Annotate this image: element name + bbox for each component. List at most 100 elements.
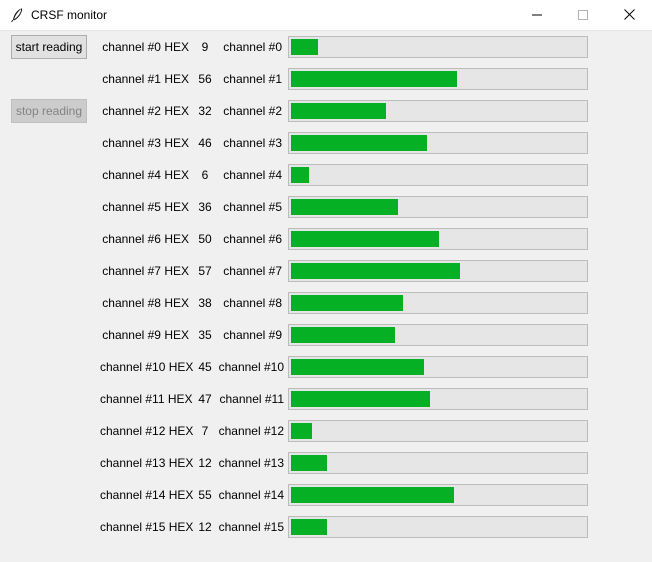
channel-progress-fill — [291, 263, 460, 279]
channel-progress-fill — [291, 391, 430, 407]
channel-progress-fill — [291, 295, 403, 311]
channel-hex-value: 55 — [198, 488, 212, 502]
channel-progress-fill — [291, 199, 398, 215]
channel-name-label: channel #11 — [219, 392, 285, 406]
channel-row: channel #9 HEX 35 channel #9 — [0, 323, 652, 347]
channel-hex-label: channel #6 HEX — [102, 232, 189, 246]
channel-hex-value: 7 — [201, 424, 209, 438]
channel-progress-bar — [288, 260, 588, 282]
channel-row: channel #11 HEX 47 channel #11 — [0, 387, 652, 411]
channel-name-label: channel #4 — [223, 168, 282, 182]
feather-icon — [9, 7, 25, 23]
channel-name-label: channel #3 — [223, 136, 282, 150]
channel-row: channel #6 HEX 50 channel #6 — [0, 227, 652, 251]
channel-hex-value: 32 — [198, 104, 212, 118]
channel-name-label: channel #13 — [218, 456, 284, 470]
channel-row: channel #0 HEX 9 channel #0 — [0, 35, 652, 59]
channel-progress-fill — [291, 327, 395, 343]
channel-hex-label: channel #10 HEX — [100, 360, 194, 374]
channel-row: channel #5 HEX 36 channel #5 — [0, 195, 652, 219]
channel-hex-value: 12 — [198, 520, 212, 534]
channel-progress-bar — [288, 100, 588, 122]
channel-progress-bar — [288, 452, 588, 474]
channel-progress-bar — [288, 292, 588, 314]
channel-hex-label: channel #5 HEX — [102, 200, 189, 214]
close-button[interactable] — [606, 0, 652, 31]
channel-name-label: channel #2 — [223, 104, 282, 118]
channel-progress-fill — [291, 519, 327, 535]
channel-hex-label: channel #12 HEX — [100, 424, 194, 438]
channel-hex-label: channel #14 HEX — [100, 488, 194, 502]
channel-name-label: channel #5 — [223, 200, 282, 214]
channel-hex-value: 47 — [198, 392, 212, 406]
channel-hex-label: channel #0 HEX — [102, 40, 189, 54]
minimize-button[interactable] — [514, 0, 560, 31]
channel-name-label: channel #0 — [223, 40, 282, 54]
channel-name-label: channel #6 — [223, 232, 282, 246]
channel-hex-value: 38 — [198, 296, 212, 310]
channel-hex-label: channel #11 HEX — [100, 392, 193, 406]
channel-name-label: channel #10 — [218, 360, 284, 374]
channel-progress-bar — [288, 36, 588, 58]
channel-row: channel #10 HEX 45 channel #10 — [0, 355, 652, 379]
channel-progress-bar — [288, 228, 588, 250]
title-bar: CRSF monitor — [0, 0, 652, 31]
channel-hex-label: channel #7 HEX — [102, 264, 189, 278]
channel-progress-fill — [291, 359, 424, 375]
channel-name-label: channel #12 — [218, 424, 284, 438]
channel-name-label: channel #7 — [223, 264, 282, 278]
channel-progress-bar — [288, 516, 588, 538]
channel-progress-fill — [291, 103, 386, 119]
channel-hex-value: 57 — [198, 264, 212, 278]
channel-progress-fill — [291, 455, 327, 471]
channel-progress-bar — [288, 388, 588, 410]
channel-name-label: channel #8 — [223, 296, 282, 310]
minimize-icon — [532, 9, 542, 23]
channel-hex-value: 56 — [198, 72, 212, 86]
channel-hex-label: channel #8 HEX — [102, 296, 189, 310]
channel-progress-bar — [288, 484, 588, 506]
channel-hex-label: channel #4 HEX — [102, 168, 189, 182]
channel-row: channel #1 HEX 56 channel #1 — [0, 67, 652, 91]
channel-progress-bar — [288, 68, 588, 90]
channel-hex-value: 46 — [198, 136, 212, 150]
channel-name-label: channel #1 — [223, 72, 282, 86]
channel-hex-label: channel #15 HEX — [100, 520, 194, 534]
channel-row: channel #8 HEX 38 channel #8 — [0, 291, 652, 315]
maximize-icon — [578, 9, 588, 23]
channel-progress-fill — [291, 423, 312, 439]
channel-hex-value: 36 — [198, 200, 212, 214]
channel-hex-value: 9 — [201, 40, 209, 54]
channel-row: channel #4 HEX 6 channel #4 — [0, 163, 652, 187]
channel-progress-fill — [291, 167, 309, 183]
channel-progress-bar — [288, 324, 588, 346]
channel-progress-fill — [291, 71, 457, 87]
channel-progress-bar — [288, 196, 588, 218]
channel-progress-bar — [288, 164, 588, 186]
channel-hex-value: 6 — [201, 168, 209, 182]
channel-hex-value: 50 — [198, 232, 212, 246]
channel-hex-label: channel #13 HEX — [100, 456, 194, 470]
channel-progress-fill — [291, 39, 318, 55]
channel-row: channel #2 HEX 32 channel #2 — [0, 99, 652, 123]
channel-hex-label: channel #2 HEX — [102, 104, 189, 118]
channel-progress-fill — [291, 487, 454, 503]
channel-row: channel #3 HEX 46 channel #3 — [0, 131, 652, 155]
channel-hex-value: 12 — [198, 456, 212, 470]
channel-row: channel #7 HEX 57 channel #7 — [0, 259, 652, 283]
channel-progress-bar — [288, 356, 588, 378]
channel-progress-fill — [291, 135, 427, 151]
channel-hex-label: channel #3 HEX — [102, 136, 189, 150]
channel-progress-bar — [288, 420, 588, 442]
channel-progress-bar — [288, 132, 588, 154]
channel-name-label: channel #15 — [218, 520, 284, 534]
channel-hex-value: 45 — [198, 360, 212, 374]
channel-progress-fill — [291, 231, 439, 247]
channel-hex-label: channel #1 HEX — [102, 72, 189, 86]
channel-row: channel #12 HEX 7 channel #12 — [0, 419, 652, 443]
channel-row: channel #13 HEX 12 channel #13 — [0, 451, 652, 475]
channel-row: channel #14 HEX 55 channel #14 — [0, 483, 652, 507]
channel-name-label: channel #9 — [223, 328, 282, 342]
channel-hex-value: 35 — [198, 328, 212, 342]
maximize-button[interactable] — [560, 0, 606, 31]
